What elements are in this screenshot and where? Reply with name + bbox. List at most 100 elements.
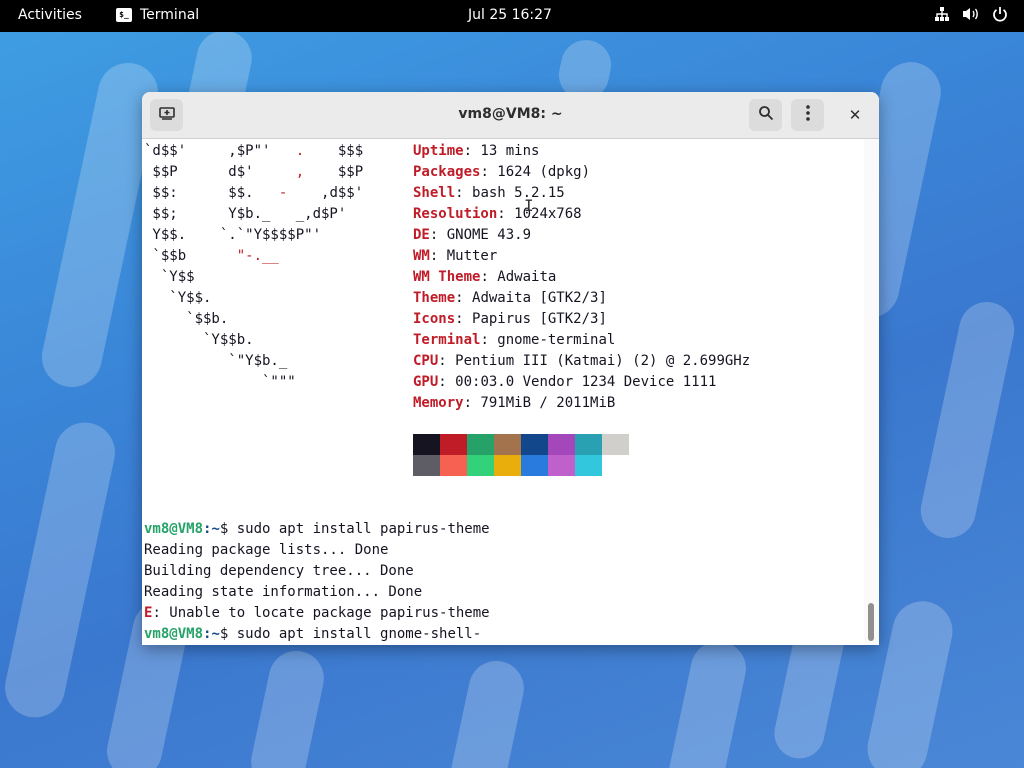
info-key: Shell	[413, 185, 456, 201]
command-text: sudo apt install papirus-theme	[236, 521, 490, 537]
logo-line: $$P d$' , $$P	[144, 162, 363, 183]
output-line: Reading package lists... Done	[144, 542, 389, 558]
top-bar: Activities $_ Terminal Jul 25 16:27	[0, 0, 1024, 32]
info-value: : GNOME 43.9	[429, 227, 532, 243]
info-key: Terminal	[413, 332, 481, 348]
info-value: : 791MiB / 2011MiB	[463, 395, 616, 411]
close-button[interactable]: ✕	[845, 105, 865, 125]
output-line: Reading state information... Done	[144, 584, 423, 600]
color-swatch	[413, 434, 440, 455]
terminal-window: vm8@VM8: ~ ✕ `d$$' ,$P"' . $$$ $$P d$' ,…	[142, 92, 879, 645]
logo-segment: $$; Y$b._ _,d$P'	[144, 206, 347, 222]
info-key: Icons	[413, 311, 456, 327]
info-value: : 1024x768	[497, 206, 582, 222]
prompt-path: :~	[203, 626, 220, 642]
info-row: Packages: 1624 (dpkg)	[413, 162, 750, 183]
color-swatch	[548, 434, 575, 455]
color-swatch	[494, 434, 521, 455]
logo-segment: `$$b	[144, 248, 237, 264]
color-swatch	[521, 434, 548, 455]
prompt-user: vm8@VM8	[144, 626, 204, 642]
logo-line: `"Y$b._	[144, 351, 363, 372]
color-swatch	[494, 455, 521, 476]
logo-segment: `Y$$b.	[144, 332, 254, 348]
prompt-symbol: $	[219, 626, 237, 642]
clock[interactable]: Jul 25 16:27	[468, 7, 552, 23]
info-row: Icons: Papirus [GTK2/3]	[413, 309, 750, 330]
info-row: WM: Mutter	[413, 246, 750, 267]
info-value: : 1624 (dpkg)	[480, 164, 591, 180]
system-tray[interactable]	[934, 6, 1008, 22]
network-icon[interactable]	[934, 6, 950, 22]
menu-button[interactable]	[791, 99, 824, 131]
color-swatch	[440, 455, 467, 476]
output-line: Building dependency tree... Done	[144, 563, 414, 579]
logo-segment: Y$$. `.`"Y$$$$P"'	[144, 227, 322, 243]
error-text: : Unable to locate package papirus-theme	[152, 605, 490, 621]
logo-segment: $$$	[304, 143, 364, 159]
logo-line: `Y$$	[144, 267, 363, 288]
color-swatch	[413, 455, 440, 476]
command-input[interactable]: sudo apt install gnome-shell-	[237, 626, 481, 642]
header-bar: vm8@VM8: ~ ✕	[142, 92, 879, 139]
logo-segment: `$$b.	[144, 311, 229, 327]
command-line-current[interactable]: vm8@VM8:~$ sudo apt install gnome-shell-	[144, 624, 481, 645]
info-value: : Papirus [GTK2/3]	[455, 311, 607, 327]
scrollbar[interactable]	[864, 139, 879, 645]
logo-segment: `Y$$	[144, 269, 195, 285]
power-icon[interactable]	[992, 6, 1008, 22]
logo-segment: `Y$$.	[144, 290, 212, 306]
info-row: Memory: 791MiB / 2011MiB	[413, 393, 750, 414]
info-value: : Adwaita	[480, 269, 557, 285]
logo-line: `Y$$.	[144, 288, 363, 309]
logo-segment: ,	[295, 164, 305, 180]
info-key: GPU	[413, 374, 439, 390]
prompt-path: :~	[203, 521, 220, 537]
logo-line: `"""	[144, 372, 363, 393]
system-info: Uptime: 13 mins Packages: 1624 (dpkg) Shel…	[413, 141, 750, 414]
color-swatch	[521, 455, 548, 476]
color-swatch	[548, 455, 575, 476]
prompt-symbol: $	[219, 521, 237, 537]
search-button[interactable]	[749, 99, 782, 131]
app-menu-label: Terminal	[140, 7, 200, 23]
info-row: Uptime: 13 mins	[413, 141, 750, 162]
terminal-content[interactable]: `d$$' ,$P"' . $$$ $$P d$' , $$P $$: $$. …	[142, 139, 864, 645]
info-value: : 13 mins	[463, 143, 540, 159]
command-line: vm8@VM8:~$ sudo apt install papirus-them…	[144, 519, 490, 540]
ascii-logo: `d$$' ,$P"' . $$$ $$P d$' , $$P $$: $$. …	[144, 141, 363, 393]
info-key: DE	[413, 227, 430, 243]
info-value: : Pentium III (Katmai) (2) @ 2.699GHz	[438, 353, 751, 369]
color-swatch	[467, 434, 494, 455]
app-menu[interactable]: $_ Terminal	[116, 7, 199, 23]
logo-line: Y$$. `.`"Y$$$$P"'	[144, 225, 363, 246]
info-value: : gnome-terminal	[480, 332, 616, 348]
info-value: : 00:03.0 Vendor 1234 Device 1111	[438, 374, 717, 390]
info-value: : bash 5.2.15	[455, 185, 565, 201]
logo-segment: .	[295, 143, 305, 159]
kebab-menu-icon	[805, 105, 810, 125]
info-row: Terminal: gnome-terminal	[413, 330, 750, 351]
palette-row-bright	[413, 455, 629, 476]
info-key: Theme	[413, 290, 456, 306]
logo-segment: $$: $$.	[144, 185, 279, 201]
logo-line: `Y$$b.	[144, 330, 363, 351]
logo-segment: `d$$' ,$P"'	[144, 143, 296, 159]
error-line: E: Unable to locate package papirus-them…	[144, 603, 490, 624]
logo-segment: $$P d$'	[144, 164, 296, 180]
palette-row-normal	[413, 434, 629, 455]
color-palette	[413, 434, 629, 476]
volume-icon[interactable]	[962, 6, 980, 22]
info-key: WM	[413, 248, 430, 264]
activities-button[interactable]: Activities	[18, 7, 82, 23]
info-row: DE: GNOME 43.9	[413, 225, 750, 246]
info-row: GPU: 00:03.0 Vendor 1234 Device 1111	[413, 372, 750, 393]
info-key: Packages	[413, 164, 481, 180]
scrollbar-thumb[interactable]	[868, 603, 874, 641]
info-row: Resolution: 1024x768	[413, 204, 750, 225]
logo-segment: `"""	[144, 374, 296, 390]
info-key: Resolution	[413, 206, 498, 222]
logo-segment: ,d$$'	[287, 185, 364, 201]
logo-segment: $$P	[304, 164, 364, 180]
logo-line: $$: $$. - ,d$$'	[144, 183, 363, 204]
